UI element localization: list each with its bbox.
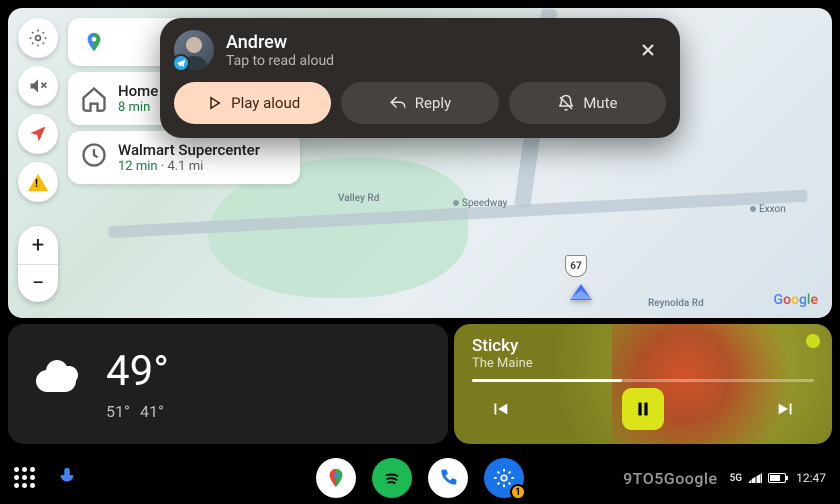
media-progress-bar[interactable] bbox=[472, 379, 814, 382]
media-track-title: Sticky bbox=[472, 336, 814, 356]
watermark-text: 9TO5Google bbox=[623, 469, 718, 488]
settings-gear-icon[interactable] bbox=[18, 18, 58, 58]
traffic-warning-icon[interactable] bbox=[18, 162, 58, 202]
dock-spotify-button[interactable] bbox=[372, 458, 412, 498]
dock-maps-button[interactable] bbox=[316, 458, 356, 498]
previous-track-button[interactable] bbox=[482, 391, 518, 427]
telegram-badge-icon bbox=[172, 54, 190, 72]
map-side-rail bbox=[18, 18, 58, 202]
poi-speedway: Speedway bbox=[453, 198, 507, 209]
system-bottom-bar: 1 9TO5Google 5G 12:47 bbox=[0, 452, 840, 504]
send-location-icon[interactable] bbox=[18, 114, 58, 154]
spotify-icon bbox=[806, 334, 820, 348]
assistant-mic-button[interactable] bbox=[56, 465, 78, 491]
mute-voice-icon[interactable] bbox=[18, 66, 58, 106]
clock: 12:47 bbox=[796, 471, 826, 485]
destination-walmart[interactable]: Walmart Supercenter 12 min · 4.1 mi bbox=[68, 131, 300, 184]
media-card[interactable]: Sticky The Maine bbox=[454, 324, 832, 444]
sender-avatar bbox=[174, 30, 214, 70]
cloudy-icon bbox=[32, 356, 88, 412]
network-label: 5G bbox=[730, 473, 743, 484]
zoom-in-button[interactable]: + bbox=[18, 226, 58, 264]
road-label-valley: Valley Rd bbox=[338, 193, 379, 204]
road-label-reynolda: Reynolda Rd bbox=[648, 298, 704, 309]
play-aloud-button[interactable]: Play aloud bbox=[174, 82, 331, 124]
destination-eta-dist: 12 min · 4.1 mi bbox=[118, 159, 288, 174]
history-icon bbox=[80, 141, 108, 169]
battery-icon bbox=[768, 473, 786, 483]
settings-badge: 1 bbox=[510, 484, 526, 500]
destination-title: Walmart Supercenter bbox=[118, 141, 288, 159]
reply-button[interactable]: Reply bbox=[341, 82, 498, 124]
google-logo: Google bbox=[774, 292, 818, 308]
dock-phone-button[interactable] bbox=[428, 458, 468, 498]
poi-exxon: Exxon bbox=[750, 204, 786, 215]
weather-card[interactable]: 49° 51°41° bbox=[8, 324, 448, 444]
pause-button[interactable] bbox=[622, 388, 664, 430]
next-track-button[interactable] bbox=[768, 391, 804, 427]
mute-button[interactable]: Mute bbox=[509, 82, 666, 124]
app-dock: 1 bbox=[316, 458, 524, 498]
status-bar: 5G 12:47 bbox=[730, 471, 826, 485]
maps-pin-icon bbox=[80, 28, 108, 56]
zoom-control: + − bbox=[18, 226, 58, 302]
message-notification-card: Andrew Tap to read aloud Play aloud Repl… bbox=[160, 18, 680, 138]
media-artist: The Maine bbox=[472, 356, 814, 371]
weather-high-low: 51°41° bbox=[106, 402, 169, 421]
weather-temperature: 49° bbox=[106, 347, 169, 396]
notification-subtitle: Tap to read aloud bbox=[226, 53, 618, 69]
current-location-arrow-icon bbox=[570, 284, 592, 300]
close-notification-button[interactable] bbox=[630, 32, 666, 68]
dock-settings-button[interactable]: 1 bbox=[484, 458, 524, 498]
route-shield: 67 bbox=[565, 255, 587, 277]
home-icon bbox=[80, 85, 108, 113]
app-launcher-button[interactable] bbox=[14, 467, 36, 489]
signal-icon bbox=[748, 473, 762, 483]
notification-sender: Andrew bbox=[226, 32, 618, 53]
